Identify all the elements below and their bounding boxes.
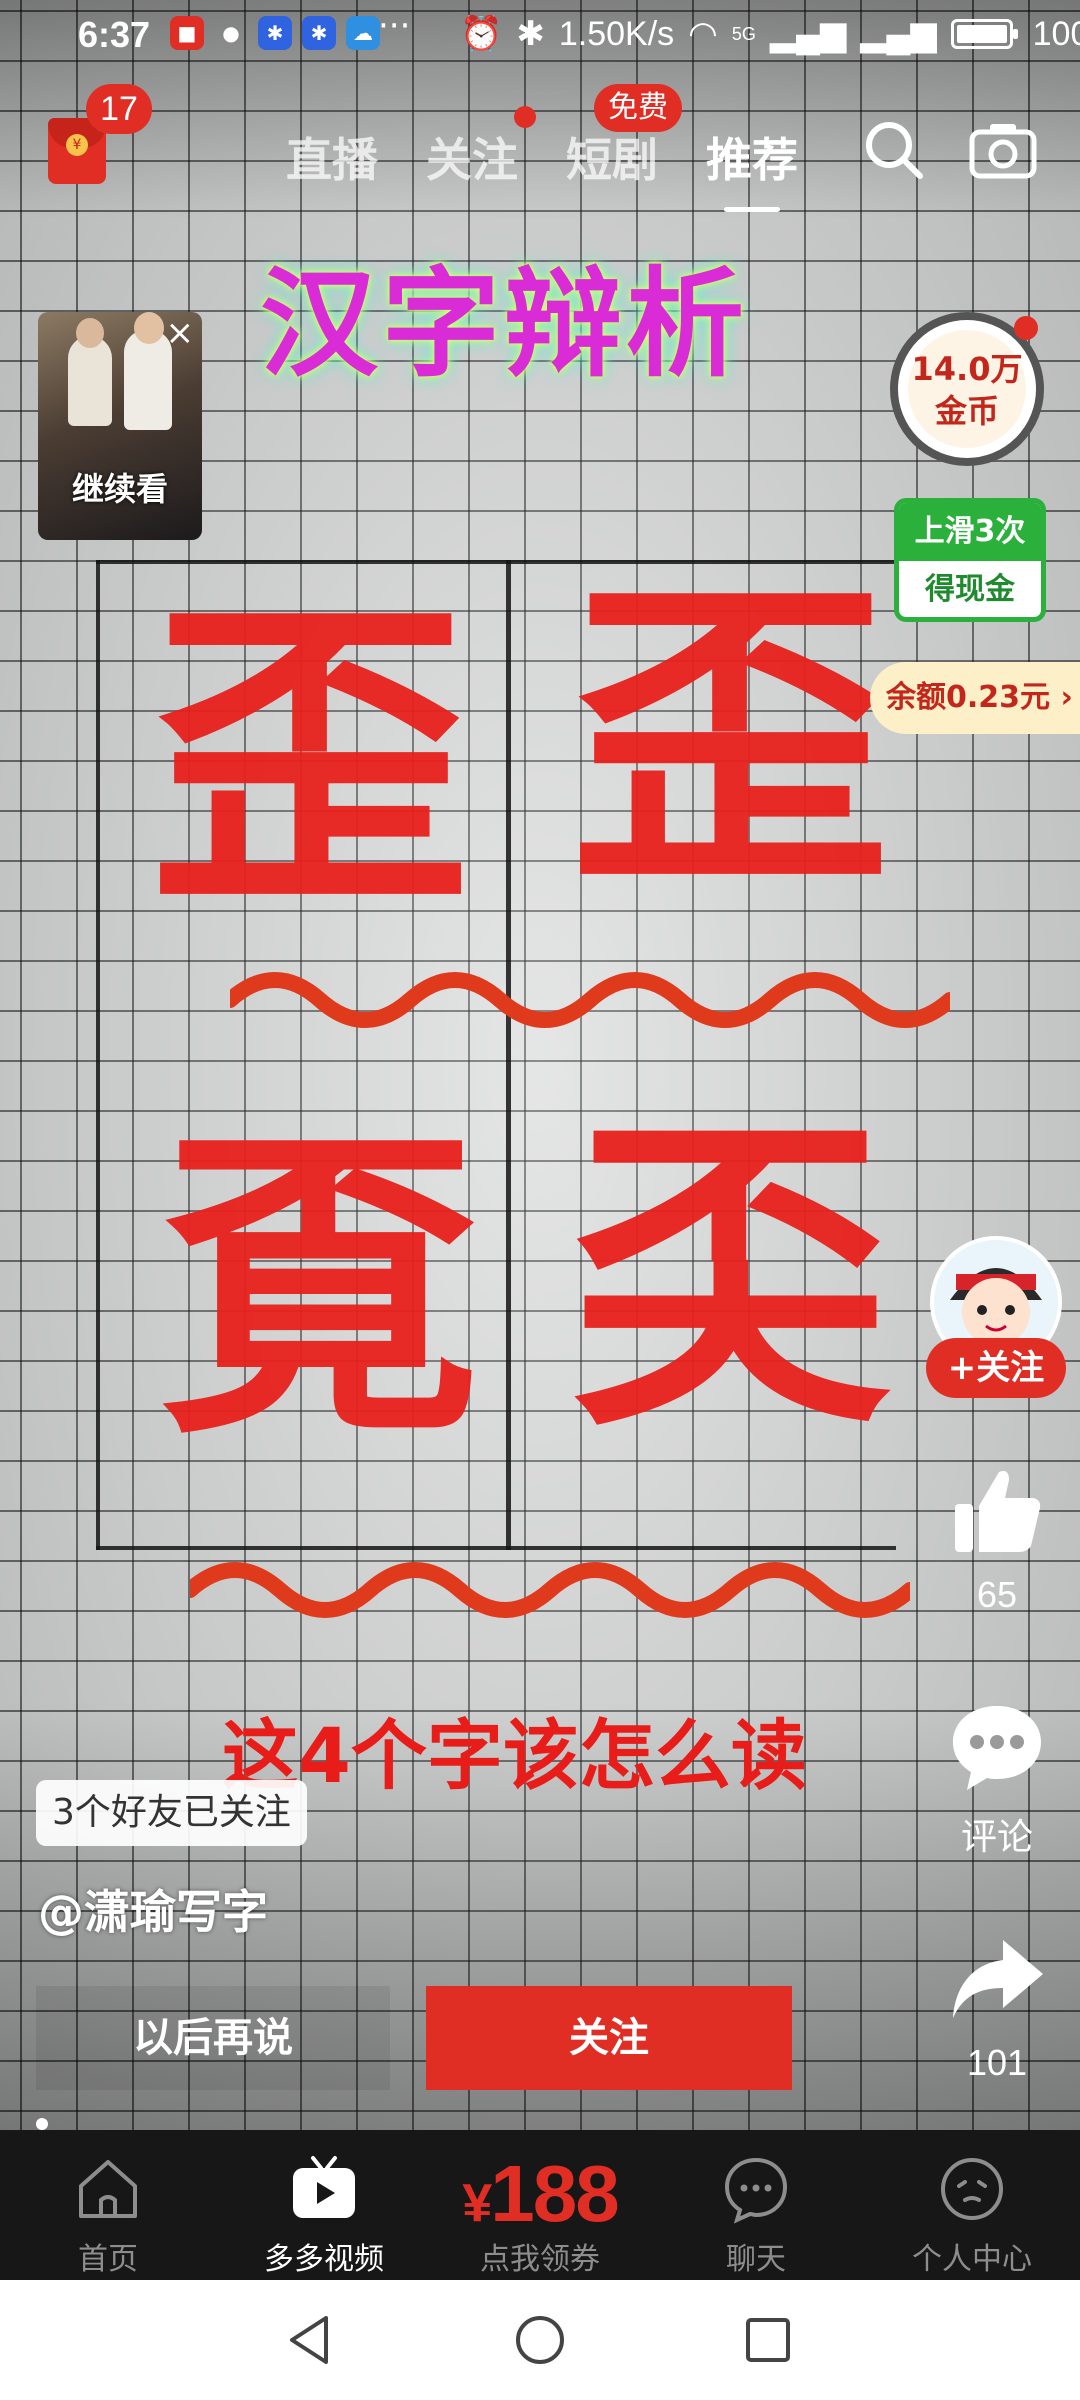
bottom-tab-bar: 首页 多多视频 ¥188 点我领券 聊天 个人中心 <box>0 2130 1080 2280</box>
tv-play-icon <box>293 2156 355 2218</box>
huawei-app-icon: ■ <box>170 16 204 50</box>
red-packet-count-badge: 17 <box>86 84 152 134</box>
tab-short-drama[interactable]: 短剧 <box>566 124 658 190</box>
wechat-icon: ● <box>222 21 240 45</box>
frame-line <box>96 560 100 1550</box>
home-circle-icon[interactable] <box>510 2310 570 2370</box>
notification-icons: ■ ● ✱ ✱ ☁ <box>170 16 380 50</box>
coin-amount: 14.0万 <box>911 350 1023 388</box>
recents-icon[interactable] <box>738 2310 798 2370</box>
signal-label: 5G <box>731 23 756 44</box>
tab-recommend[interactable]: 推荐 <box>706 124 798 212</box>
home-icon <box>79 2160 137 2218</box>
author-name[interactable]: @潇瑜写字 <box>38 1876 268 1942</box>
price-value: 188 <box>490 2149 619 2238</box>
profile-face-icon <box>941 2158 1003 2220</box>
wifi-icon: ◠ <box>688 15 718 53</box>
app-root: 汉字辩析 歪 歪 覔 奀 这4个字该怎么读 6:37 ■ ● ✱ ✱ ☁ ···… <box>0 0 1080 2400</box>
follow-plus-button[interactable]: +关注 <box>926 1338 1066 1398</box>
video-char-3: 覔 <box>160 1102 480 1477</box>
network-speed: 1.50K/s <box>558 14 675 53</box>
comment-label: 评论 <box>960 1816 1033 1857</box>
coin-notification-dot <box>1014 316 1038 340</box>
coupon-price: ¥188 <box>432 2148 648 2240</box>
weather-icon: ☁ <box>346 16 380 50</box>
price-symbol: ¥ <box>462 2173 492 2233</box>
tab-profile-label: 个人中心 <box>912 2242 1032 2277</box>
tab-chat[interactable]: 聊天 <box>648 2130 864 2280</box>
thumbs-up-icon <box>955 1471 1041 1552</box>
like-count: 65 <box>976 1574 1018 1615</box>
video-char-2: 歪 <box>570 552 890 927</box>
share-arrow-icon <box>953 1940 1043 2018</box>
free-badge: 免费 <box>594 84 682 132</box>
tab-chat-label: 聊天 <box>726 2242 786 2277</box>
battery-icon <box>950 19 1018 49</box>
follow-button[interactable]: 关注 <box>426 1986 792 2090</box>
chevron-right-icon: › <box>1060 680 1073 715</box>
cash-label: 得现金 <box>925 572 1015 607</box>
tab-live[interactable]: 直播 <box>286 124 378 190</box>
wavy-underline-2 <box>190 1562 910 1618</box>
wavy-underline-1 <box>230 972 950 1028</box>
share-count: 101 <box>966 2042 1028 2083</box>
comment-button[interactable]: 评论 <box>940 1700 1054 1860</box>
chat-bubble-icon <box>724 2157 788 2224</box>
comment-icon <box>953 1706 1041 1790</box>
share-button[interactable]: 101 <box>940 1930 1054 2084</box>
coin-label: 金币 <box>934 392 999 430</box>
more-notifications-icon: ··· <box>378 6 411 46</box>
close-icon[interactable]: × <box>166 316 195 350</box>
status-bar: 6:37 ■ ● ✱ ✱ ☁ ··· ⏰ ✱ 1.50K/s ◠ 5G ▂▄▆ … <box>0 0 1080 72</box>
battery-percent: 100% <box>1032 14 1080 53</box>
bluetooth-icon: ✱ <box>516 15 545 53</box>
signal-icon: ▂▄▆ <box>769 15 847 53</box>
tab-coupon[interactable]: ¥188 点我领券 <box>432 2130 648 2280</box>
tab-following[interactable]: 关注 <box>426 124 518 190</box>
status-time: 6:37 <box>78 14 151 55</box>
following-update-dot <box>514 106 536 128</box>
frame-line <box>506 560 511 1550</box>
swipe-task-label: 上滑3次 <box>899 503 1041 561</box>
search-icon[interactable] <box>862 118 926 182</box>
friends-followed-chip: 3个好友已关注 <box>36 1780 307 1846</box>
continue-watching-label: 继续看 <box>71 470 168 508</box>
mini-player-thumbnail[interactable]: × 继续看 <box>38 312 202 540</box>
tab-home-label: 首页 <box>78 2242 138 2277</box>
video-progress-dot[interactable] <box>36 2118 48 2130</box>
balance-text: 余额0.23元 <box>886 680 1051 715</box>
baidu-icon: ✱ <box>258 16 292 50</box>
signal-icon-2: ▂▄▆ <box>860 15 937 53</box>
system-status: ⏰ ✱ 1.50K/s ◠ 5G ▂▄▆ ▂▄▆ 100% <box>460 14 1080 54</box>
tab-profile[interactable]: 个人中心 <box>864 2130 1080 2280</box>
tab-video-label: 多多视频 <box>264 2242 384 2277</box>
balance-button[interactable]: 余额0.23元 › <box>870 662 1080 734</box>
like-button[interactable]: 65 <box>940 1462 1054 1616</box>
alarm-icon: ⏰ <box>460 15 503 53</box>
top-tabs: 直播 关注 短剧 推荐 <box>286 124 798 212</box>
video-title-text: 汉字辩析 <box>260 255 749 393</box>
later-button[interactable]: 以后再说 <box>36 1986 390 2090</box>
tab-video[interactable]: 多多视频 <box>216 2130 432 2280</box>
back-icon[interactable] <box>280 2310 340 2370</box>
video-question-text: 这4个字该怎么读 <box>222 1711 807 1800</box>
camera-icon[interactable] <box>968 118 1038 182</box>
video-char-1: 歪 <box>150 572 470 947</box>
video-char-4: 奀 <box>570 1092 890 1467</box>
tab-coupon-label: 点我领券 <box>480 2242 600 2277</box>
tab-home[interactable]: 首页 <box>0 2130 216 2280</box>
baidu-icon: ✱ <box>302 16 336 50</box>
system-nav-bar <box>0 2280 1080 2400</box>
swipe-cash-card[interactable]: 上滑3次 得现金 <box>894 498 1046 622</box>
